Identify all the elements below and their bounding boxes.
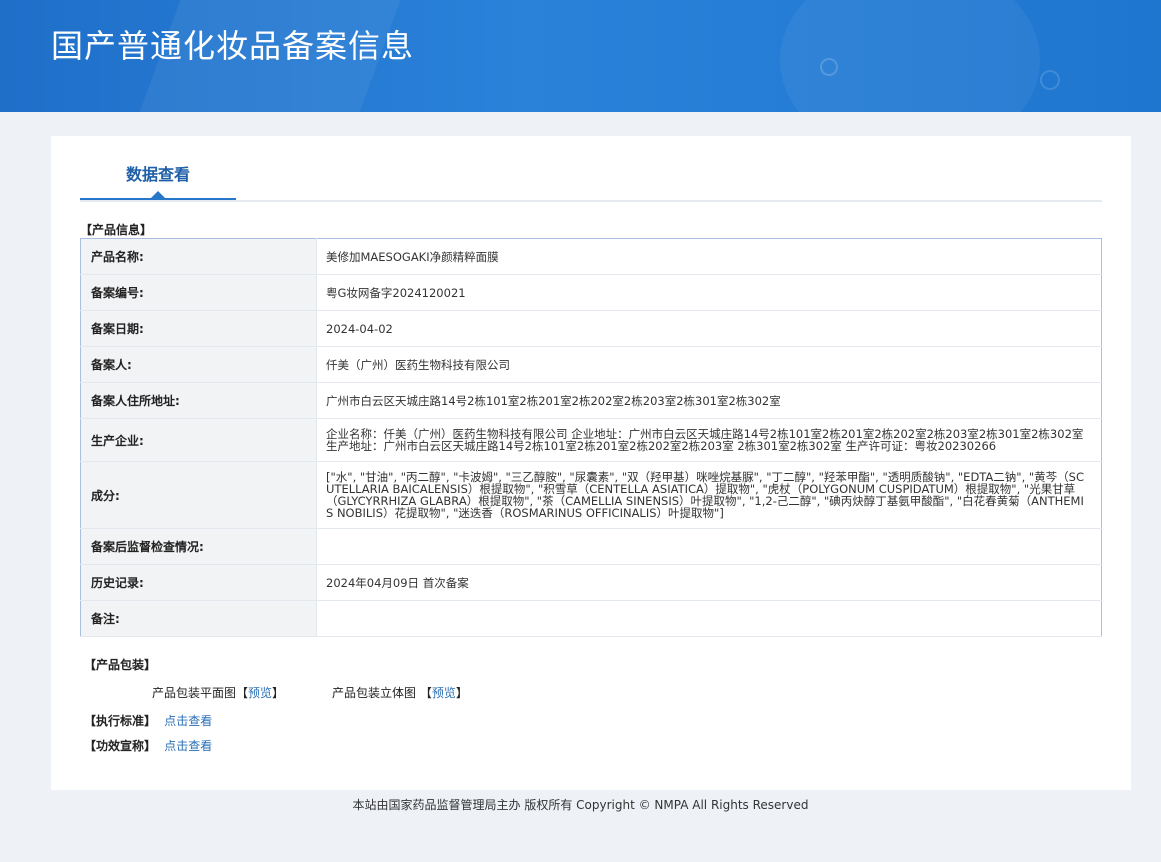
- footer-copyright: 本站由国家药品监督管理局主办 版权所有 Copyright © NMPA All…: [352, 798, 809, 812]
- row-label: 备案人:: [80, 346, 317, 383]
- row-label: 历史记录:: [80, 564, 317, 601]
- row-label: 备案编号:: [80, 274, 317, 311]
- packaging-flat-preview-link[interactable]: 预览: [248, 686, 272, 700]
- table-row: 产品名称: 美修加MAESOGAKI净颜精粹面膜: [80, 238, 1102, 275]
- tab-active-indicator: [151, 191, 165, 198]
- row-value: 企业名称：仟美（广州）医药生物科技有限公司 企业地址：广州市白云区天城庄路14号…: [316, 418, 1102, 462]
- packaging-3d-item: 产品包装立体图 【预览】: [332, 686, 468, 700]
- row-label: 备注:: [80, 600, 317, 637]
- content-card: 数据查看 【产品信息】 产品名称: 美修加MAESOGAKI净颜精粹面膜 备案编…: [51, 136, 1131, 790]
- table-row: 备案编号: 粤G妆网备字2024120021: [80, 274, 1102, 311]
- standard-row: 【执行标准】 点击查看: [84, 713, 212, 729]
- efficacy-row: 【功效宣称】 点击查看: [84, 738, 212, 754]
- product-info-table: 产品名称: 美修加MAESOGAKI净颜精粹面膜 备案编号: 粤G妆网备字202…: [80, 238, 1102, 637]
- row-label: 备案人住所地址:: [80, 382, 317, 419]
- packaging-heading: 【产品包装】: [84, 658, 157, 672]
- product-info-heading: 【产品信息】: [80, 223, 153, 237]
- standard-view-link[interactable]: 点击查看: [164, 714, 212, 728]
- row-value: 2024-04-02: [316, 310, 1102, 347]
- table-row: 备案人: 仟美（广州）医药生物科技有限公司: [80, 346, 1102, 383]
- row-label: 备案后监督检查情况:: [80, 528, 317, 565]
- page-title: 国产普通化妆品备案信息: [51, 27, 415, 65]
- row-label: 生产企业:: [80, 418, 317, 462]
- packaging-flat-label: 产品包装平面图: [152, 686, 237, 700]
- packaging-3d-preview-link[interactable]: 预览: [432, 686, 456, 700]
- table-row: 备案后监督检查情况:: [80, 528, 1102, 565]
- tab-label: 数据查看: [125, 165, 190, 184]
- row-value: ["水", "甘油", "丙二醇", "卡波姆", "三乙醇胺", "尿囊素",…: [316, 461, 1102, 529]
- table-row: 历史记录: 2024年04月09日 首次备案: [80, 564, 1102, 601]
- table-row: 成分: ["水", "甘油", "丙二醇", "卡波姆", "三乙醇胺", "尿…: [80, 461, 1102, 529]
- row-label: 成分:: [80, 461, 317, 529]
- row-value: 2024年04月09日 首次备案: [316, 564, 1102, 601]
- header-banner: 国产普通化妆品备案信息: [0, 0, 1161, 112]
- table-row: 备案人住所地址: 广州市白云区天城庄路14号2栋101室2栋201室2栋202室…: [80, 382, 1102, 419]
- row-value: [316, 528, 1102, 565]
- efficacy-view-link[interactable]: 点击查看: [164, 739, 212, 753]
- efficacy-heading: 【功效宣称】: [84, 739, 157, 753]
- banner-decoration: [1040, 70, 1060, 90]
- banner-decoration: [780, 0, 1040, 112]
- banner-decoration: [820, 58, 838, 76]
- table-row: 备注:: [80, 600, 1102, 637]
- row-value: [316, 600, 1102, 637]
- tab-bar: 数据查看: [80, 136, 1102, 202]
- packaging-3d-label: 产品包装立体图: [332, 686, 420, 700]
- tab-data-view[interactable]: 数据查看: [80, 136, 236, 200]
- row-label: 备案日期:: [80, 310, 317, 347]
- standard-heading: 【执行标准】: [84, 714, 157, 728]
- row-value: 美修加MAESOGAKI净颜精粹面膜: [316, 238, 1102, 275]
- row-value: 广州市白云区天城庄路14号2栋101室2栋201室2栋202室2栋203室2栋3…: [316, 382, 1102, 419]
- row-label: 产品名称:: [80, 238, 317, 275]
- row-value: 粤G妆网备字2024120021: [316, 274, 1102, 311]
- packaging-flat-item: 产品包装平面图【预览】: [152, 686, 285, 700]
- table-row: 生产企业: 企业名称：仟美（广州）医药生物科技有限公司 企业地址：广州市白云区天…: [80, 418, 1102, 462]
- row-value: 仟美（广州）医药生物科技有限公司: [316, 346, 1102, 383]
- table-row: 备案日期: 2024-04-02: [80, 310, 1102, 347]
